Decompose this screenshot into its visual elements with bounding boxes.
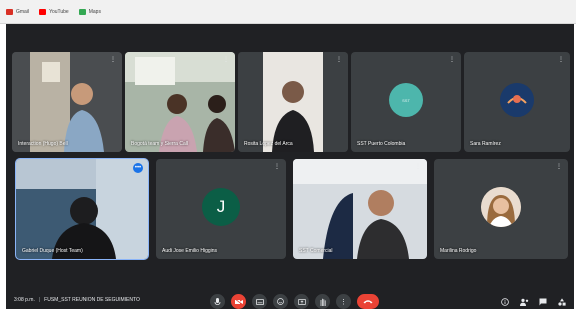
participant-video (16, 159, 148, 259)
participant-name: Gabriel Duque (Host Team) (22, 248, 83, 254)
bookmark-label: Gmail (16, 8, 30, 15)
participant-video (293, 159, 427, 259)
bookmarks-bar: Gmail YouTube Maps (0, 0, 576, 24)
chat-icon[interactable] (538, 297, 548, 307)
participant-photo (481, 187, 521, 227)
profile-photo (481, 187, 521, 227)
more-options-icon[interactable]: ⋮ (336, 294, 351, 309)
people-icon[interactable] (519, 297, 529, 307)
meeting-title: FUSM_SST REUNION DE SEGUIMIENTO (44, 297, 140, 303)
more-options-icon[interactable]: ⋮ (222, 56, 230, 64)
speaking-indicator-icon: ••• (133, 163, 143, 173)
hangup-icon[interactable] (357, 294, 379, 309)
participant-tile[interactable]: ⋮ Rosita Lopez del Arca (238, 52, 348, 152)
raise-hand-icon[interactable] (315, 294, 330, 309)
participant-name: Bogotá team y Sierra Call (131, 141, 188, 147)
call-controls: ⋮ (210, 294, 379, 309)
microphone-icon[interactable] (210, 294, 225, 309)
info-icon[interactable] (500, 297, 510, 307)
more-options-icon[interactable]: ⋮ (557, 56, 565, 64)
more-options-icon[interactable]: ⋮ (555, 163, 563, 171)
participant-video (12, 52, 122, 152)
participant-avatar: J (202, 188, 240, 226)
more-options-icon[interactable]: ⋮ (273, 163, 281, 171)
more-options-icon[interactable]: ⋮ (448, 56, 456, 64)
youtube-icon (39, 8, 47, 15)
participant-name: Interaction (Hugo) Bell (18, 141, 68, 147)
participant-video (238, 52, 348, 152)
participant-tile[interactable]: J ⋮ Audi Jose Emilio Higgins (156, 159, 286, 259)
camera-off-icon[interactable] (231, 294, 246, 309)
meeting-area: ⋮ Interaction (Hugo) Bell ⋮ Bogotá team … (6, 24, 574, 309)
logo-graphic (500, 83, 534, 117)
side-panel-controls (500, 294, 567, 309)
more-options-icon[interactable]: ⋮ (109, 56, 117, 64)
meeting-time: 3:08 p.m. (14, 297, 35, 303)
emoji-icon[interactable] (273, 294, 288, 309)
bookmark-gmail[interactable]: Gmail (6, 8, 30, 15)
bookmark-youtube[interactable]: YouTube (39, 8, 69, 15)
captions-icon[interactable] (252, 294, 267, 309)
participant-tile[interactable]: ⋮ Interaction (Hugo) Bell (12, 52, 122, 152)
participant-name: Audi Jose Emilio Higgins (162, 248, 218, 254)
more-options-icon[interactable]: ⋮ (414, 163, 422, 171)
bookmark-maps[interactable]: Maps (78, 8, 101, 15)
activities-icon[interactable] (557, 297, 567, 307)
bookmark-label: YouTube (49, 8, 69, 15)
present-icon[interactable] (294, 294, 309, 309)
participant-name: Sara Ramírez (470, 141, 501, 147)
separator: | (38, 297, 41, 303)
maps-icon (78, 8, 86, 15)
participant-logo (500, 83, 534, 117)
participant-name: SST Comercial (299, 248, 333, 254)
participant-tile[interactable]: ⋮ Marilina Rodrigo (434, 159, 568, 259)
participant-logo: SST (389, 83, 423, 117)
participant-tile[interactable]: ⋮ Bogotá team y Sierra Call (125, 52, 235, 152)
participant-name: SST Puerto Colombia (357, 141, 406, 147)
gmail-icon (6, 8, 13, 15)
meeting-info: 3:08 p.m. | FUSM_SST REUNION DE SEGUIMIENT… (14, 297, 140, 303)
participant-video (125, 52, 235, 152)
participant-name: Rosita Lopez del Arca (244, 141, 293, 147)
participant-name: Marilina Rodrigo (440, 248, 477, 254)
participant-tile-active[interactable]: ••• Gabriel Duque (Host Team) (15, 158, 149, 260)
bookmark-label: Maps (88, 8, 101, 15)
participant-tile[interactable]: SST ⋮ SST Puerto Colombia (351, 52, 461, 152)
participant-tile[interactable]: ⋮ Sara Ramírez (464, 52, 570, 152)
more-options-icon[interactable]: ⋮ (335, 56, 343, 64)
meeting-controls-bar: 3:08 p.m. | FUSM_SST REUNION DE SEGUIMIENT… (6, 294, 574, 309)
participant-tile[interactable]: ⋮ SST Comercial (293, 159, 427, 259)
